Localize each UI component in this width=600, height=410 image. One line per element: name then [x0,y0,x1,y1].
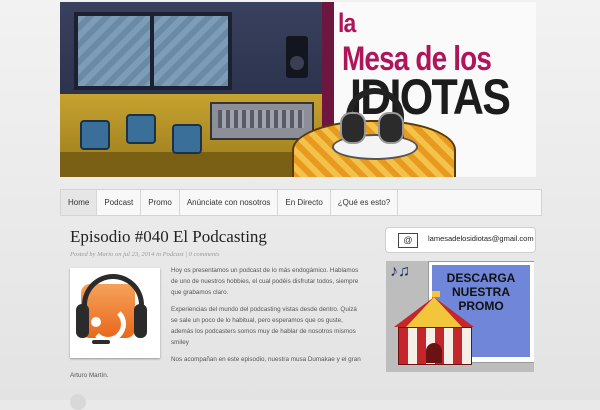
headphones-icon [74,274,147,344]
avatar [70,394,86,410]
post-paragraph: Nos acompañan en este episodio, nuestra … [171,356,361,363]
nav-item-anunciate[interactable]: Anúnciate con nosotros [180,190,279,215]
nav-item-podcast[interactable]: Podcast [97,190,142,215]
nav-item-en-directo[interactable]: En Directo [278,190,331,215]
speaker-icon [286,36,308,78]
email-address[interactable]: lamesadelosidiotas@gmail.com [428,234,534,243]
email-contact-widget[interactable]: @ lamesadelosidiotas@gmail.com [385,227,536,253]
promo-download-banner[interactable]: DESCARGA NUESTRA PROMO ♪♫ [386,261,534,372]
post-comments-link[interactable]: 0 comments [189,251,220,258]
nav-item-promo[interactable]: Promo [141,190,180,215]
post-author-link[interactable]: Mario [97,251,113,258]
studio-illustration [60,2,322,177]
studio-window [74,12,232,90]
mail-icon: @ [398,233,418,248]
meta-in: in [155,251,162,258]
meta-prefix: Posted by [70,251,96,258]
studio-floor [60,152,322,177]
music-notes-icon: ♪♫ [390,263,410,280]
post-date: jul 23, 2014 [123,251,155,258]
nav-item-home[interactable]: Home [61,190,98,215]
headphones-icon [340,88,404,144]
meta-on: on [114,251,122,258]
post-body: Hoy os presentamos un podcast de lo más … [171,265,361,371]
circus-tent-icon [388,291,480,372]
chair-icon [172,124,202,154]
post-thumbnail[interactable] [70,268,160,358]
chair-icon [80,120,110,150]
post-paragraph-tail: Arturo Martín. [70,372,109,379]
mixing-console [210,102,314,140]
post-title[interactable]: Episodio #040 El Podcasting [70,227,267,247]
nav-item-que-es-esto[interactable]: ¿Qué es esto? [331,190,399,215]
brand-logo-line1: la [338,8,356,38]
main-nav: Home Podcast Promo Anúnciate con nosotro… [60,189,542,216]
post-meta: Posted by Mario on jul 23, 2014 in Podca… [70,251,220,258]
post-paragraph: Hoy os presentamos un podcast de lo más … [171,267,359,296]
chair-icon [126,114,156,144]
post-category-link[interactable]: Podcast [163,251,184,258]
post-paragraph: Experiencias del mundo del podcasting vi… [171,306,357,346]
header-banner[interactable]: la Mesa de los IDIOTAS [60,2,536,177]
